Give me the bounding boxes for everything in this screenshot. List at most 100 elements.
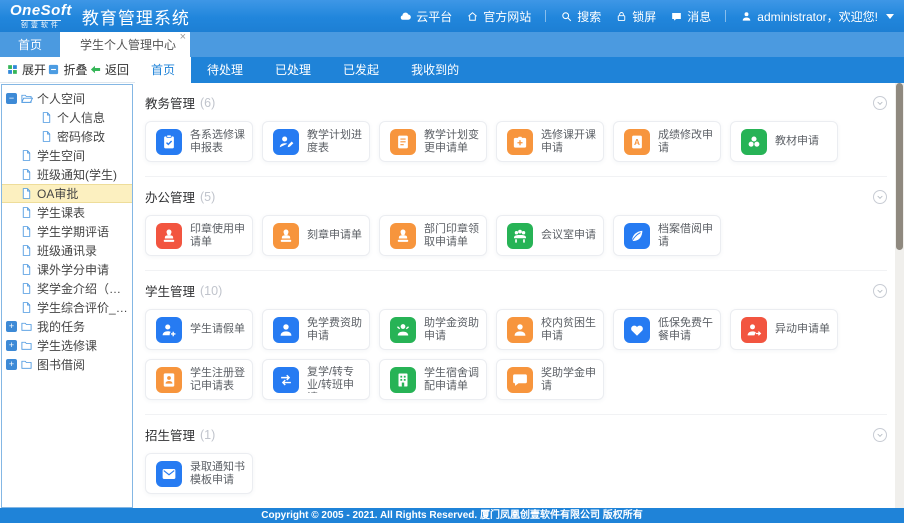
- nav-official-site[interactable]: 官方网站: [466, 8, 531, 25]
- app-card[interactable]: 低保免费午餐申请: [613, 309, 721, 350]
- swap-icon: [273, 367, 299, 393]
- expand-button[interactable]: 展开: [6, 61, 46, 78]
- app-card[interactable]: 教材申请: [730, 121, 838, 162]
- card-grid: 录取通知书模板申请: [145, 453, 887, 494]
- tree-item[interactable]: 班级通讯录: [2, 241, 132, 260]
- app-card[interactable]: 各系选修课申报表: [145, 121, 253, 162]
- vertical-scrollbar[interactable]: [895, 83, 904, 508]
- window-tab[interactable]: 首页: [0, 32, 60, 57]
- user-menu[interactable]: administrator，欢迎您!: [740, 8, 894, 25]
- tree-item[interactable]: +图书借阅: [2, 355, 132, 374]
- section-collapse-button[interactable]: [873, 428, 887, 442]
- file-icon: [40, 111, 53, 124]
- back-button[interactable]: 返回: [89, 61, 129, 78]
- card-grid: 各系选修课申报表 教学计划进度表教学计划变更申请单选修课开课申请A成绩修改申请教材…: [145, 121, 887, 162]
- back-icon: [89, 63, 102, 76]
- section-collapse-button[interactable]: [873, 190, 887, 204]
- tree-item[interactable]: 个人信息: [2, 108, 132, 127]
- chat-icon: [507, 367, 533, 393]
- tree-item[interactable]: 学生学期评语: [2, 222, 132, 241]
- tree-item-label: 班级通知(学生): [37, 166, 117, 183]
- app-card[interactable]: 学生宿舍调配申请单: [379, 359, 487, 400]
- app-card[interactable]: 复学/转专业/转班申请: [262, 359, 370, 400]
- scrollbar-thumb[interactable]: [896, 83, 903, 250]
- card-label: 异动申请单: [775, 323, 830, 336]
- expand-toggle-icon[interactable]: +: [6, 359, 17, 370]
- leaf-icon: [624, 223, 650, 249]
- card-label: 教学计划进度表: [307, 129, 364, 155]
- user-edit-icon: [273, 129, 299, 155]
- stamp-icon: [390, 223, 416, 249]
- card-grid: 学生请假单 免学费资助申请助学金资助申请 校内贫困生申请低保免费午餐申请 异动申请单学…: [145, 309, 887, 400]
- card-label: 学生请假单: [190, 323, 245, 336]
- nav-search[interactable]: 搜索: [560, 8, 601, 25]
- tree-item-label: 奖学金介绍（学生）: [37, 280, 132, 297]
- user-icon: [273, 317, 299, 343]
- footer: Copyright © 2005 - 2021. All Rights Rese…: [0, 508, 904, 523]
- main-tab[interactable]: 我收到的: [395, 57, 475, 83]
- folder-open-icon: [20, 92, 33, 105]
- tree-item[interactable]: 学生课表: [2, 203, 132, 222]
- expand-toggle-icon[interactable]: +: [6, 321, 17, 332]
- card-label: 部门印章领取申请单: [424, 223, 481, 249]
- tree-item[interactable]: 学生综合评价_学生自评: [2, 298, 132, 317]
- tree-item-label: 学生选修课: [37, 337, 97, 354]
- tree-item[interactable]: 课外学分申请: [2, 260, 132, 279]
- user-move-icon: [741, 317, 767, 343]
- collapse-button[interactable]: 折叠: [47, 61, 87, 78]
- card-label: 奖助学金申请: [541, 367, 598, 393]
- main-tab[interactable]: 待处理: [191, 57, 259, 83]
- expand-icon: [6, 63, 19, 76]
- search-icon: [560, 10, 573, 23]
- app-card[interactable]: 助学金资助申请: [379, 309, 487, 350]
- tree-item[interactable]: 奖学金介绍（学生）: [2, 279, 132, 298]
- file-icon: [20, 206, 33, 219]
- tree-item[interactable]: +我的任务: [2, 317, 132, 336]
- tree-item[interactable]: OA审批: [2, 184, 132, 203]
- app-card[interactable]: A成绩修改申请: [613, 121, 721, 162]
- section-collapse-button[interactable]: [873, 96, 887, 110]
- lock-icon: [615, 10, 628, 23]
- main-tab[interactable]: 已发起: [327, 57, 395, 83]
- app-card[interactable]: 刻章申请单: [262, 215, 370, 256]
- close-icon[interactable]: ×: [180, 32, 186, 43]
- app-card[interactable]: 免学费资助申请: [262, 309, 370, 350]
- main-tab[interactable]: 首页: [135, 57, 191, 83]
- main-tab[interactable]: 已处理: [259, 57, 327, 83]
- folder-icon: [20, 339, 33, 352]
- tree-item-label: 个人空间: [37, 90, 85, 107]
- window-tab[interactable]: 学生个人管理中心×: [60, 32, 190, 57]
- card-label: 学生注册登记申请表: [190, 367, 247, 393]
- app-card[interactable]: 教学计划进度表: [262, 121, 370, 162]
- tree-item[interactable]: + 学生选修课: [2, 336, 132, 355]
- home-icon: [466, 10, 479, 23]
- tree-item[interactable]: − 个人空间: [2, 89, 132, 108]
- app-card[interactable]: 学生注册登记申请表: [145, 359, 253, 400]
- app-card[interactable]: 学生请假单: [145, 309, 253, 350]
- app-card[interactable]: 部门印章领取申请单: [379, 215, 487, 256]
- tree-item[interactable]: 班级通知(学生): [2, 165, 132, 184]
- tree-item-label: 学生学期评语: [37, 223, 109, 240]
- app-card[interactable]: 档案借阅申请: [613, 215, 721, 256]
- app-card[interactable]: 异动申请单: [730, 309, 838, 350]
- doc-user-icon: [156, 367, 182, 393]
- app-card[interactable]: 会议室申请: [496, 215, 604, 256]
- app-card[interactable]: 印章使用申请单: [145, 215, 253, 256]
- collapse-toggle-icon[interactable]: −: [6, 93, 17, 104]
- expand-toggle-icon[interactable]: +: [6, 340, 17, 351]
- nav-messages[interactable]: 消息: [670, 8, 711, 25]
- app-card[interactable]: 选修课开课申请: [496, 121, 604, 162]
- card-label: 档案借阅申请: [658, 223, 715, 249]
- app-card[interactable]: 教学计划变更申请单: [379, 121, 487, 162]
- app-card[interactable]: 奖助学金申请: [496, 359, 604, 400]
- tree-item[interactable]: 密码修改: [2, 127, 132, 146]
- app-card[interactable]: 录取通知书模板申请: [145, 453, 253, 494]
- app-card[interactable]: 校内贫困生申请: [496, 309, 604, 350]
- card-label: 校内贫困生申请: [541, 317, 598, 343]
- heart-icon: [624, 317, 650, 343]
- nav-lock-screen[interactable]: 锁屏: [615, 8, 656, 25]
- section-collapse-button[interactable]: [873, 284, 887, 298]
- card-label: 成绩修改申请: [658, 129, 715, 155]
- nav-cloud-platform[interactable]: 云平台: [399, 8, 452, 25]
- tree-item[interactable]: 学生空间: [2, 146, 132, 165]
